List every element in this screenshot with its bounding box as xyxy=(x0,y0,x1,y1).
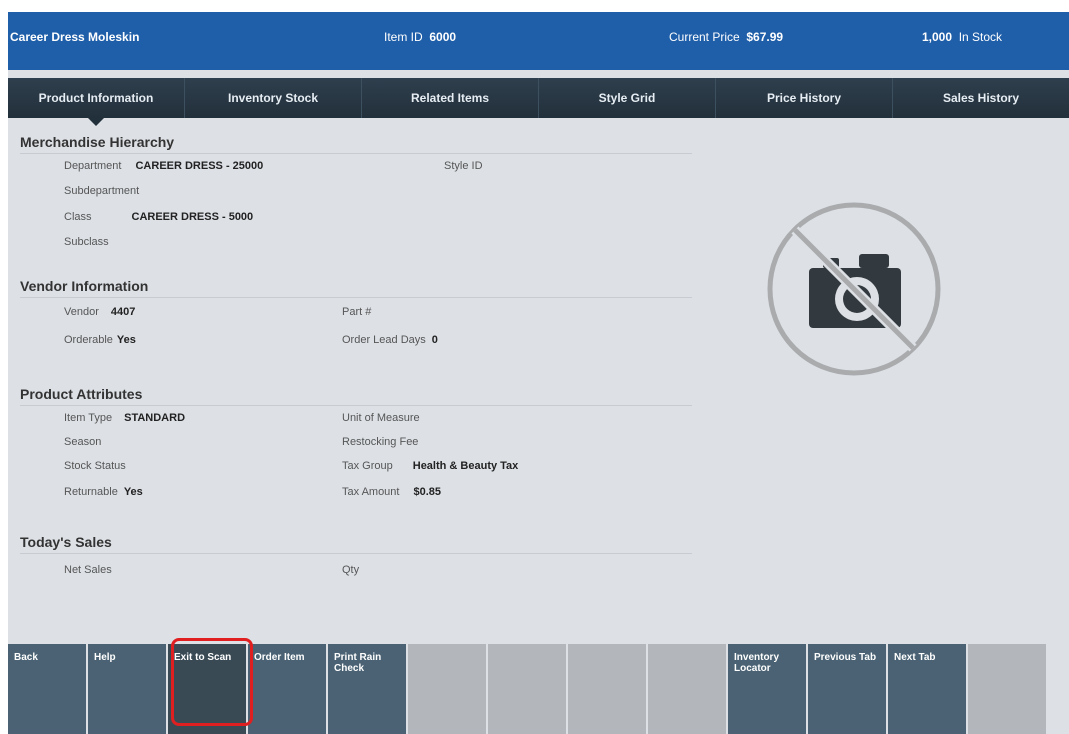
back-button[interactable]: Back xyxy=(8,644,86,734)
stock-count: 1,000 In Stock xyxy=(922,30,1003,44)
product-attributes-section: Product Attributes xyxy=(20,386,700,406)
tab-inventory-stock[interactable]: Inventory Stock xyxy=(185,78,362,118)
no-photo-icon xyxy=(765,200,943,378)
tax-group-row: Tax Group Health & Beauty Tax xyxy=(342,460,519,472)
tab-bar: Product Information Inventory Stock Rela… xyxy=(8,78,1069,126)
exit-to-scan-button[interactable]: Exit to Scan xyxy=(168,644,246,734)
empty-function-key xyxy=(488,644,566,734)
qty-row: Qty xyxy=(342,564,360,576)
print-rain-check-button[interactable]: Print Rain Check xyxy=(328,644,406,734)
subdepartment-row: Subdepartment xyxy=(64,185,140,197)
merchandise-hierarchy-section: Merchandise Hierarchy xyxy=(20,134,700,154)
tab-product-information[interactable]: Product Information xyxy=(8,78,185,126)
section-title: Product Attributes xyxy=(20,386,692,406)
order-lead-days-row: Order Lead Days 0 xyxy=(342,334,438,346)
tab-price-history[interactable]: Price History xyxy=(716,78,893,118)
net-sales-row: Net Sales xyxy=(64,564,112,576)
current-price: Current Price $67.99 xyxy=(669,30,784,44)
tax-amount-row: Tax Amount $0.85 xyxy=(342,486,442,498)
previous-tab-button[interactable]: Previous Tab xyxy=(808,644,886,734)
section-title: Vendor Information xyxy=(20,278,692,298)
item-type-row: Item Type STANDARD xyxy=(64,412,186,424)
function-key-bar: Back Help Exit to Scan Order Item Print … xyxy=(8,644,1069,734)
order-item-button[interactable]: Order Item xyxy=(248,644,326,734)
class-row: Class CAREER DRESS - 5000 xyxy=(64,211,254,223)
tab-sales-history[interactable]: Sales History xyxy=(893,78,1069,118)
item-name: Career Dress Moleskin xyxy=(10,30,140,44)
season-row: Season xyxy=(64,436,102,448)
vendor-information-section: Vendor Information xyxy=(20,278,700,298)
restocking-fee-row: Restocking Fee xyxy=(342,436,419,448)
empty-function-key xyxy=(648,644,726,734)
todays-sales-section: Today's Sales xyxy=(20,534,700,554)
empty-function-key xyxy=(408,644,486,734)
item-header: Career Dress Moleskin Item ID 6000 Curre… xyxy=(8,12,1069,70)
part-row: Part # xyxy=(342,306,372,318)
subclass-row: Subclass xyxy=(64,236,109,248)
style-id-row: Style ID xyxy=(444,160,483,172)
tab-style-grid[interactable]: Style Grid xyxy=(539,78,716,118)
section-title: Today's Sales xyxy=(20,534,692,554)
next-tab-button[interactable]: Next Tab xyxy=(888,644,966,734)
item-inquiry-screen: Career Dress Moleskin Item ID 6000 Curre… xyxy=(8,12,1069,734)
returnable-row: Returnable Yes xyxy=(64,486,143,498)
inventory-locator-button[interactable]: Inventory Locator xyxy=(728,644,806,734)
item-id: Item ID 6000 xyxy=(384,30,457,44)
vendor-row: Vendor 4407 xyxy=(64,306,136,318)
empty-function-key xyxy=(568,644,646,734)
empty-function-key xyxy=(968,644,1046,734)
department-row: Department CAREER DRESS - 25000 xyxy=(64,160,264,172)
help-button[interactable]: Help xyxy=(88,644,166,734)
section-title: Merchandise Hierarchy xyxy=(20,134,692,154)
tab-related-items[interactable]: Related Items xyxy=(362,78,539,118)
orderable-row: Orderable Yes xyxy=(64,334,136,346)
unit-of-measure-row: Unit of Measure xyxy=(342,412,420,424)
stock-status-row: Stock Status xyxy=(64,460,126,472)
product-information-panel: Merchandise Hierarchy Department CAREER D… xyxy=(8,122,708,632)
